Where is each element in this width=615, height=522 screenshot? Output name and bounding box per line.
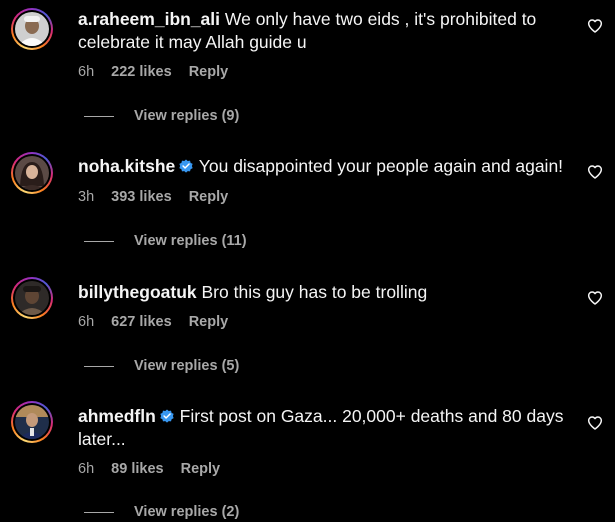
view-replies-button[interactable]: View replies (9) xyxy=(84,108,239,124)
comment-time: 6h xyxy=(78,461,95,477)
view-replies-button[interactable]: View replies (11) xyxy=(84,233,247,249)
reply-button[interactable]: Reply xyxy=(189,64,229,80)
comment-username[interactable]: noha.kitshe xyxy=(78,156,175,176)
comment-likes[interactable]: 222 likes xyxy=(111,64,171,80)
comment-username[interactable]: a.raheem_ibn_ali xyxy=(78,9,220,29)
divider xyxy=(84,115,114,117)
divider xyxy=(84,365,114,367)
heart-outline-icon[interactable] xyxy=(587,415,603,431)
divider xyxy=(84,240,114,242)
comment-likes[interactable]: 627 likes xyxy=(111,314,171,330)
comment-username[interactable]: billythegoatuk xyxy=(78,282,197,302)
verified-badge-icon xyxy=(179,159,193,173)
comment-likes[interactable]: 89 likes xyxy=(111,461,163,477)
heart-outline-icon[interactable] xyxy=(587,18,603,34)
heart-outline-icon[interactable] xyxy=(587,164,603,180)
comment-text: You disappointed your people again and a… xyxy=(198,156,564,176)
comment-username[interactable]: ahmedfln xyxy=(78,406,156,426)
heart-outline-icon[interactable] xyxy=(587,290,603,306)
reply-button[interactable]: Reply xyxy=(189,314,229,330)
avatar[interactable] xyxy=(11,401,53,443)
comment-time: 3h xyxy=(78,189,95,205)
comment-time: 6h xyxy=(78,64,95,80)
view-replies-button[interactable]: View replies (5) xyxy=(84,358,239,374)
avatar[interactable] xyxy=(11,152,53,194)
reply-button[interactable]: Reply xyxy=(181,461,221,477)
comments-list: a.raheem_ibn_ali We only have two eids ,… xyxy=(0,0,615,522)
avatar[interactable] xyxy=(11,8,53,50)
comment-time: 6h xyxy=(78,314,95,330)
view-replies-label: View replies (5) xyxy=(134,358,240,374)
view-replies-label: View replies (2) xyxy=(134,504,240,520)
view-replies-label: View replies (9) xyxy=(134,108,240,124)
view-replies-label: View replies (11) xyxy=(134,233,247,249)
divider xyxy=(84,511,114,513)
view-replies-button[interactable]: View replies (2) xyxy=(84,504,239,520)
avatar[interactable] xyxy=(11,277,53,319)
comment-text: Bro this guy has to be trolling xyxy=(201,282,428,302)
comment-likes[interactable]: 393 likes xyxy=(111,189,171,205)
reply-button[interactable]: Reply xyxy=(189,189,229,205)
verified-badge-icon xyxy=(160,409,174,423)
